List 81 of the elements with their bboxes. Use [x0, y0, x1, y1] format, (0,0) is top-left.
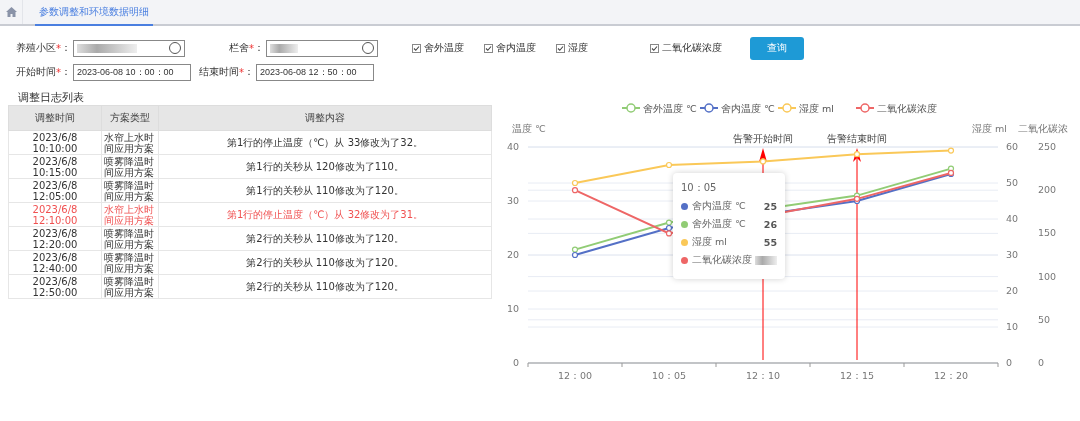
tick-label: 40 [506, 141, 519, 152]
table-cell: 2023/6/8 12:05:00 [8, 178, 102, 203]
label-colon: ： [244, 65, 254, 79]
table-cell: 喷雾降温时间应用方案 [101, 274, 159, 299]
tick-label: 30 [1006, 249, 1019, 260]
field-label: 栏舍 [229, 41, 249, 55]
tick-label: 12：20 [933, 370, 969, 381]
table-cell: 第1行的停止温度（℃）从 32修改为了31。 [158, 202, 492, 227]
label-colon: ： [254, 41, 264, 55]
table-cell: 第1行的停止温度（℃）从 33修改为了32。 [158, 130, 492, 155]
table-cell: 2023/6/8 12:10:00 [8, 202, 102, 227]
column-header: 调整时间 [8, 105, 102, 131]
required-mark: * [239, 66, 244, 78]
label-colon: ： [61, 41, 71, 55]
tick-label: 0 [1006, 357, 1013, 368]
checkbox-label: 二氧化碳浓度 [662, 41, 722, 55]
series-name: 舍内温度 ℃ [692, 200, 747, 213]
tick-label: 10 [1006, 321, 1019, 332]
tick-label: 50 [1006, 177, 1019, 188]
tick-label: 40 [1006, 213, 1019, 224]
series-value: 55 [763, 237, 777, 248]
annotation-label: 告警结束时间 [827, 133, 887, 144]
field-label: 结束时间 [199, 65, 239, 79]
series-value: 26 [763, 219, 777, 230]
table-cell: 2023/6/8 10:15:00 [8, 154, 102, 179]
axis-title: 湿度 ml [972, 123, 1007, 134]
table-cell: 喷雾降温时间应用方案 [101, 154, 159, 179]
legend-label: 二氧化碳浓度 [877, 102, 937, 114]
series-name: 湿度 ml [692, 236, 728, 249]
table-cell: 2023/6/8 12:40:00 [8, 250, 102, 275]
checkbox-label: 舍内温度 [496, 41, 536, 55]
tooltip-title: 10：05 [681, 181, 718, 195]
legend-label: 舍内温度 ℃ [721, 102, 776, 114]
tick-label: 10：05 [651, 370, 687, 381]
tick-label: 20 [506, 249, 519, 260]
tick-label: 12：15 [839, 370, 875, 381]
tick-label: 100 [1038, 270, 1057, 282]
series-value: 25 [763, 201, 777, 212]
tick-label: 20 [1006, 285, 1019, 296]
column-header: 方案类型 [101, 105, 159, 131]
table-cell: 喷雾降温时间应用方案 [101, 250, 159, 275]
table-cell: 第1行的关秒从 110修改为了120。 [158, 178, 492, 203]
field-label: 开始时间 [16, 65, 56, 79]
table-cell: 2023/6/8 12:50:00 [8, 274, 102, 299]
table-cell: 第2行的关秒从 110修改为了120。 [158, 250, 492, 275]
column-header: 调整内容 [158, 105, 492, 131]
field-label: 养殖小区 [16, 41, 56, 55]
table-cell: 水帘上水时间应用方案 [101, 130, 159, 155]
tick-label: 12：00 [557, 370, 593, 381]
tick-label: 0 [1038, 357, 1045, 368]
series-name: 舍外温度 ℃ [692, 218, 747, 231]
table-cell: 第2行的关秒从 110修改为了120。 [158, 274, 492, 299]
label-colon: ： [61, 65, 71, 79]
tick-label: 60 [1006, 141, 1019, 152]
section-title: 调整日志列表 [18, 90, 85, 105]
checkbox-label: 舍外温度 [424, 41, 464, 55]
tick-label: 150 [1038, 227, 1057, 239]
axis-title: 温度 ℃ [512, 123, 546, 134]
annotation-label: 告警开始时间 [733, 133, 793, 144]
tick-label: 10 [506, 303, 519, 314]
tick-label: 50 [1038, 313, 1051, 325]
required-mark: * [56, 42, 61, 54]
tick-label: 0 [512, 357, 519, 368]
required-mark: * [249, 42, 254, 54]
tick-label: 200 [1038, 184, 1057, 196]
tick-label: 30 [506, 195, 519, 206]
table-cell: 第2行的关秒从 110修改为了120。 [158, 226, 492, 251]
legend-label: 湿度 ml [799, 102, 834, 114]
required-mark: * [56, 66, 61, 78]
tick-label: 12：10 [745, 370, 781, 381]
table-cell: 第1行的关秒从 120修改为了110。 [158, 154, 492, 179]
series-name: 二氧化碳浓度 [692, 254, 753, 267]
legend-label: 舍外温度 ℃ [643, 102, 698, 114]
checkbox-label: 湿度 [568, 41, 588, 55]
tick-label: 250 [1038, 141, 1057, 152]
axis-title: 二氧化碳浓 [1018, 123, 1068, 134]
table-cell: 2023/6/8 12:20:00 [8, 226, 102, 251]
table-cell: 喷雾降温时间应用方案 [101, 178, 159, 203]
table-cell: 喷雾降温时间应用方案 [101, 226, 159, 251]
table-cell: 2023/6/8 10:10:00 [8, 130, 102, 155]
table-cell: 水帘上水时间应用方案 [101, 202, 159, 227]
